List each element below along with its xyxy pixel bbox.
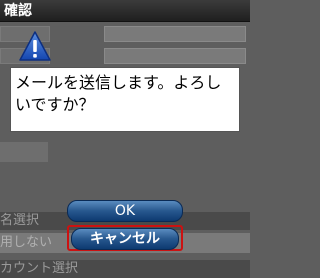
bg-field-3 [0,142,48,162]
window-title: 確認 [4,3,32,19]
warning-icon [19,31,51,61]
message-box: メールを送信します。よろしいですか？ [10,67,240,132]
bg-label-2: 用しない [0,235,53,250]
bg-label-3: カウント選択 [0,261,79,276]
title-bar: 確認 [0,0,250,22]
cancel-button[interactable]: キャンセル [71,228,179,250]
dialog-message: メールを送信します。よろしいですか？ [15,73,222,114]
bg-field-1 [104,26,246,42]
cancel-button-focus-ring: キャンセル [67,225,183,251]
bg-field-2 [104,48,246,64]
bg-label-1: 名選択 [0,213,40,228]
ok-button[interactable]: OK [67,200,183,222]
